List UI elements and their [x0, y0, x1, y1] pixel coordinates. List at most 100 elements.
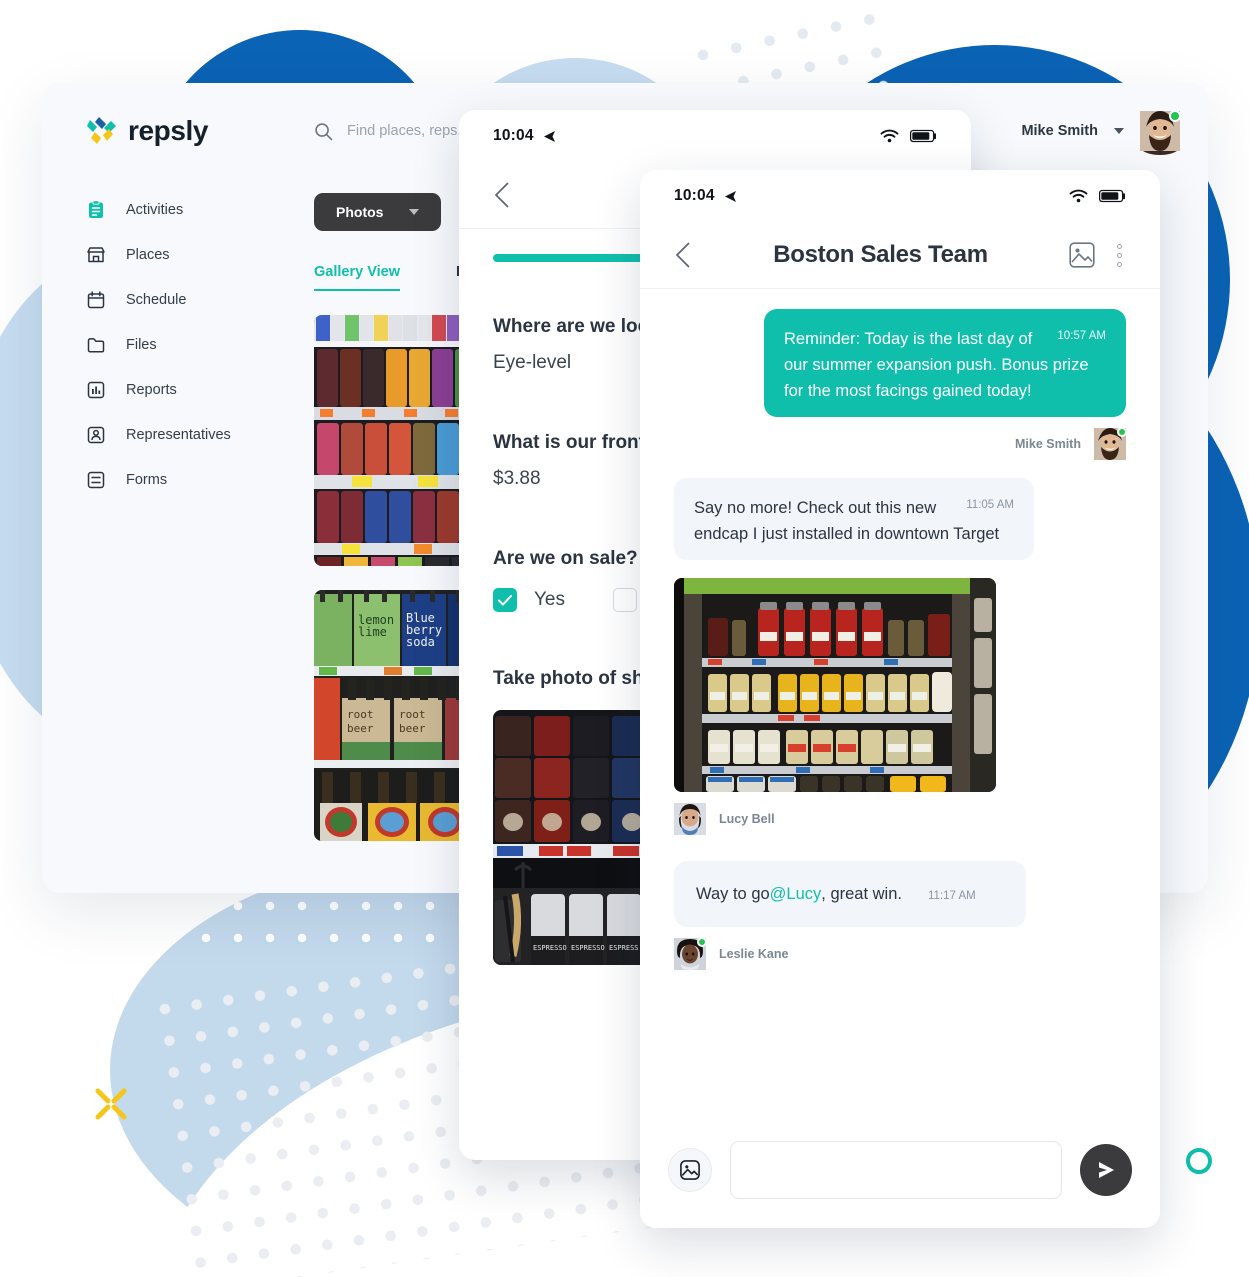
- battery-icon: [910, 129, 936, 143]
- wifi-icon: [1069, 189, 1088, 203]
- message-author: Leslie Kane: [674, 937, 1126, 971]
- svg-text:ESPRESS: ESPRESS: [609, 944, 639, 952]
- decor-white-dots: [190, 890, 440, 960]
- calendar-icon: [87, 291, 105, 309]
- message-timestamp: 11:05 AM: [966, 499, 1014, 512]
- avatar[interactable]: [674, 937, 707, 971]
- svg-text:beer: beer: [347, 722, 374, 735]
- wifi-icon: [880, 129, 899, 143]
- sparkle-icon: [95, 1088, 127, 1120]
- message-text-before: Way to go: [696, 885, 770, 904]
- sidebar-item-label: Files: [126, 337, 157, 353]
- image-icon[interactable]: [1069, 242, 1095, 268]
- sidebar-item-activities[interactable]: Activities: [86, 193, 314, 227]
- sidebar-item-label: Activities: [126, 202, 184, 218]
- message-bubble[interactable]: Way to go @Lucy , great win. 11:17 AM: [674, 861, 1026, 928]
- chat-message-incoming-leslie: Way to go @Lucy , great win. 11:17 AM Le…: [674, 861, 1126, 971]
- sidebar-item-forms[interactable]: Forms: [86, 463, 314, 497]
- app-logo-text: repsly: [128, 115, 209, 146]
- sidebar-item-places[interactable]: Places: [86, 238, 314, 272]
- store-icon: [87, 247, 105, 263]
- form-status-bar: 10:04: [459, 110, 971, 162]
- app-logo[interactable]: repsly: [86, 115, 314, 147]
- message-text: Reminder: Today is the last day of our s…: [784, 330, 1089, 401]
- clipboard-icon: [89, 200, 103, 218]
- status-bar-time: 10:04: [493, 127, 534, 144]
- message-attachment-photo[interactable]: [674, 578, 996, 793]
- chevron-down-icon: [1114, 128, 1124, 134]
- checkbox-yes[interactable]: [493, 588, 517, 612]
- checkbox-label: Yes: [534, 589, 565, 610]
- user-menu[interactable]: Mike Smith: [1021, 110, 1181, 155]
- location-arrow-icon: [543, 130, 555, 142]
- sidebar-item-label: Representatives: [126, 427, 231, 443]
- message-text-after: , great win.: [821, 885, 902, 904]
- avatar[interactable]: [1094, 427, 1127, 461]
- message-bubble[interactable]: 11:05 AM Say no more! Check out this new…: [674, 478, 1034, 561]
- sidebar-nav: Activities Places Schedule Files Reports…: [86, 179, 314, 841]
- avatar-image: [674, 938, 706, 974]
- svg-text:beer: beer: [399, 722, 426, 735]
- svg-text:ESPRESSO: ESPRESSO: [571, 944, 605, 952]
- message-timestamp: 11:17 AM: [928, 890, 976, 903]
- avatar[interactable]: [1140, 110, 1181, 155]
- svg-text:root: root: [347, 708, 374, 721]
- gallery-photo-craft-sodas[interactable]: lemon lime Blue berry soda root beer roo…: [314, 590, 477, 841]
- attach-image-button[interactable]: [668, 1148, 712, 1192]
- tab-gallery-view[interactable]: Gallery View: [314, 264, 400, 291]
- location-arrow-icon: [724, 190, 736, 202]
- chevron-left-icon[interactable]: [674, 241, 692, 269]
- chat-message-list[interactable]: 10:57 AM Reminder: Today is the last day…: [640, 289, 1160, 971]
- status-bar-indicators: [880, 129, 937, 143]
- svg-text:root: root: [399, 708, 426, 721]
- chat-header: Boston Sales Team: [640, 222, 1160, 288]
- folder-icon: [87, 338, 105, 353]
- photos-filter-button[interactable]: Photos: [314, 193, 442, 231]
- repsly-logo-icon: [87, 117, 116, 144]
- checkbox-no[interactable]: [613, 588, 637, 612]
- chat-status-bar: 10:04: [640, 170, 1160, 222]
- sidebar-item-label: Forms: [126, 472, 168, 488]
- sidebar-item-schedule[interactable]: Schedule: [86, 283, 314, 317]
- avatar-image: [1140, 111, 1180, 155]
- mention-lucy[interactable]: @Lucy: [770, 881, 822, 907]
- message-bubble[interactable]: 10:57 AM Reminder: Today is the last day…: [764, 309, 1126, 418]
- avatar-image: [674, 803, 706, 839]
- search-icon: [315, 122, 333, 140]
- message-input[interactable]: [730, 1141, 1062, 1199]
- svg-text:lime: lime: [358, 625, 387, 639]
- sidebar-item-reports[interactable]: Reports: [86, 373, 314, 407]
- chevron-left-icon[interactable]: [493, 181, 511, 209]
- page-title: Boston Sales Team: [773, 241, 988, 268]
- form-photo-coffee-shelf[interactable]: ESPRESSO ESPRESSO ESPRESS: [493, 710, 656, 965]
- message-composer: [640, 1112, 1160, 1228]
- svg-text:ESPRESSO: ESPRESSO: [533, 944, 567, 952]
- kebab-menu-icon[interactable]: [1112, 243, 1126, 267]
- check-icon: [498, 594, 512, 605]
- chevron-down-icon: [409, 209, 420, 215]
- sidebar-item-files[interactable]: Files: [86, 328, 314, 362]
- author-name: Mike Smith: [1015, 437, 1081, 452]
- tab-label: Gallery View: [314, 264, 400, 280]
- decor-teal-ring: [1186, 1148, 1212, 1174]
- online-status-dot: [1169, 110, 1181, 122]
- status-bar-time: 10:04: [674, 187, 715, 204]
- form-icon: [87, 471, 105, 489]
- send-button[interactable]: [1080, 1144, 1132, 1196]
- user-name-label: Mike Smith: [1021, 123, 1098, 139]
- message-author: Lucy Bell: [674, 803, 1126, 836]
- gallery-photo-beverages[interactable]: [314, 315, 477, 566]
- message-text: Say no more! Check out this new endcap I…: [694, 499, 1000, 544]
- mobile-chat-panel: 10:04 Boston Sales Team 10:57 AM Reminde…: [640, 170, 1160, 1228]
- image-attach-icon: [680, 1160, 700, 1180]
- checkbox-option-yes[interactable]: Yes: [493, 588, 565, 612]
- status-bar-indicators: [1069, 189, 1126, 203]
- sidebar-item-representatives[interactable]: Representatives: [86, 418, 314, 452]
- sidebar-item-label: Places: [126, 247, 170, 263]
- avatar-image: [1094, 428, 1126, 464]
- message-author: Mike Smith: [674, 427, 1127, 461]
- bar-chart-icon: [87, 381, 105, 399]
- chat-message-outgoing: 10:57 AM Reminder: Today is the last day…: [674, 309, 1127, 461]
- chat-message-incoming-lucy: 11:05 AM Say no more! Check out this new…: [674, 478, 1126, 836]
- avatar[interactable]: [674, 803, 706, 836]
